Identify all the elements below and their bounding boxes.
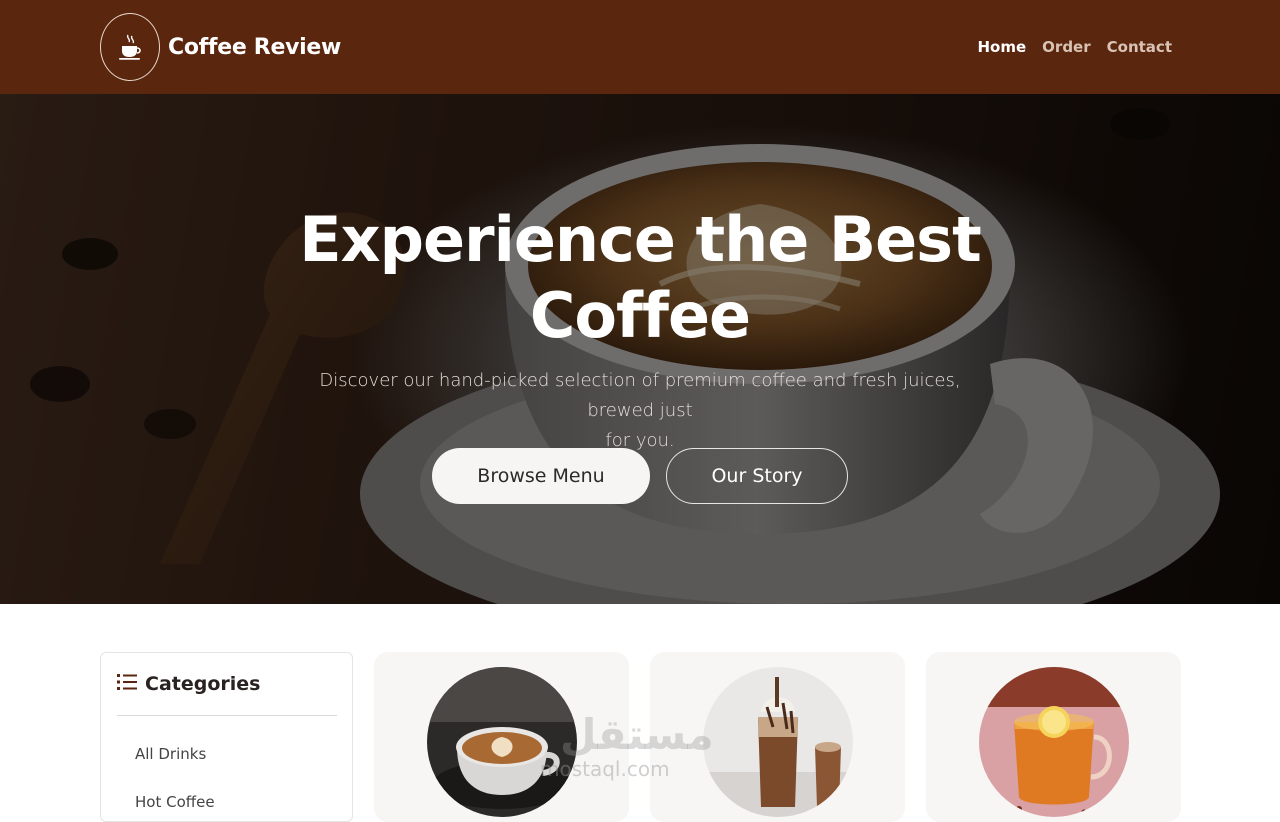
navbar: Coffee Review Home Order Contact [0,0,1280,94]
category-all-drinks[interactable]: All Drinks [135,745,206,763]
browse-menu-button[interactable]: Browse Menu [432,448,650,504]
chocolate-milkshake-image [703,667,853,817]
our-story-button[interactable]: Our Story [666,448,848,504]
hero-title-line-1: Experience the Best [299,203,981,276]
nav-link-contact[interactable]: Contact [1107,38,1172,56]
sidebar-header: Categories [117,673,260,695]
nav-link-home[interactable]: Home [978,38,1027,56]
hero-section: Experience the Best Coffee Discover our … [0,94,1280,604]
product-card[interactable] [926,652,1181,822]
latte-cup-image [427,667,577,817]
product-card[interactable] [650,652,905,822]
list-icon [117,673,137,695]
categories-sidebar: Categories All Drinks Hot Coffee [100,652,353,822]
hero-content: Experience the Best Coffee Discover our … [0,94,1280,604]
hero-subtitle-line-1: Discover our hand-picked selection of pr… [319,370,961,421]
nav-link-order[interactable]: Order [1042,38,1090,56]
hero-title-line-2: Coffee [529,279,751,352]
brand-title: Coffee Review [168,34,341,60]
category-hot-coffee[interactable]: Hot Coffee [135,793,215,811]
hero-title: Experience the Best Coffee [290,202,990,354]
coffee-cup-icon [100,13,160,81]
brand-link[interactable]: Coffee Review [100,13,341,81]
orange-tea-image [979,667,1129,817]
sidebar-title: Categories [145,673,261,695]
sidebar-divider [117,715,337,716]
hero-subtitle: Discover our hand-picked selection of pr… [285,366,995,456]
nav-links: Home Order Contact [978,38,1173,56]
product-card[interactable] [374,652,629,822]
